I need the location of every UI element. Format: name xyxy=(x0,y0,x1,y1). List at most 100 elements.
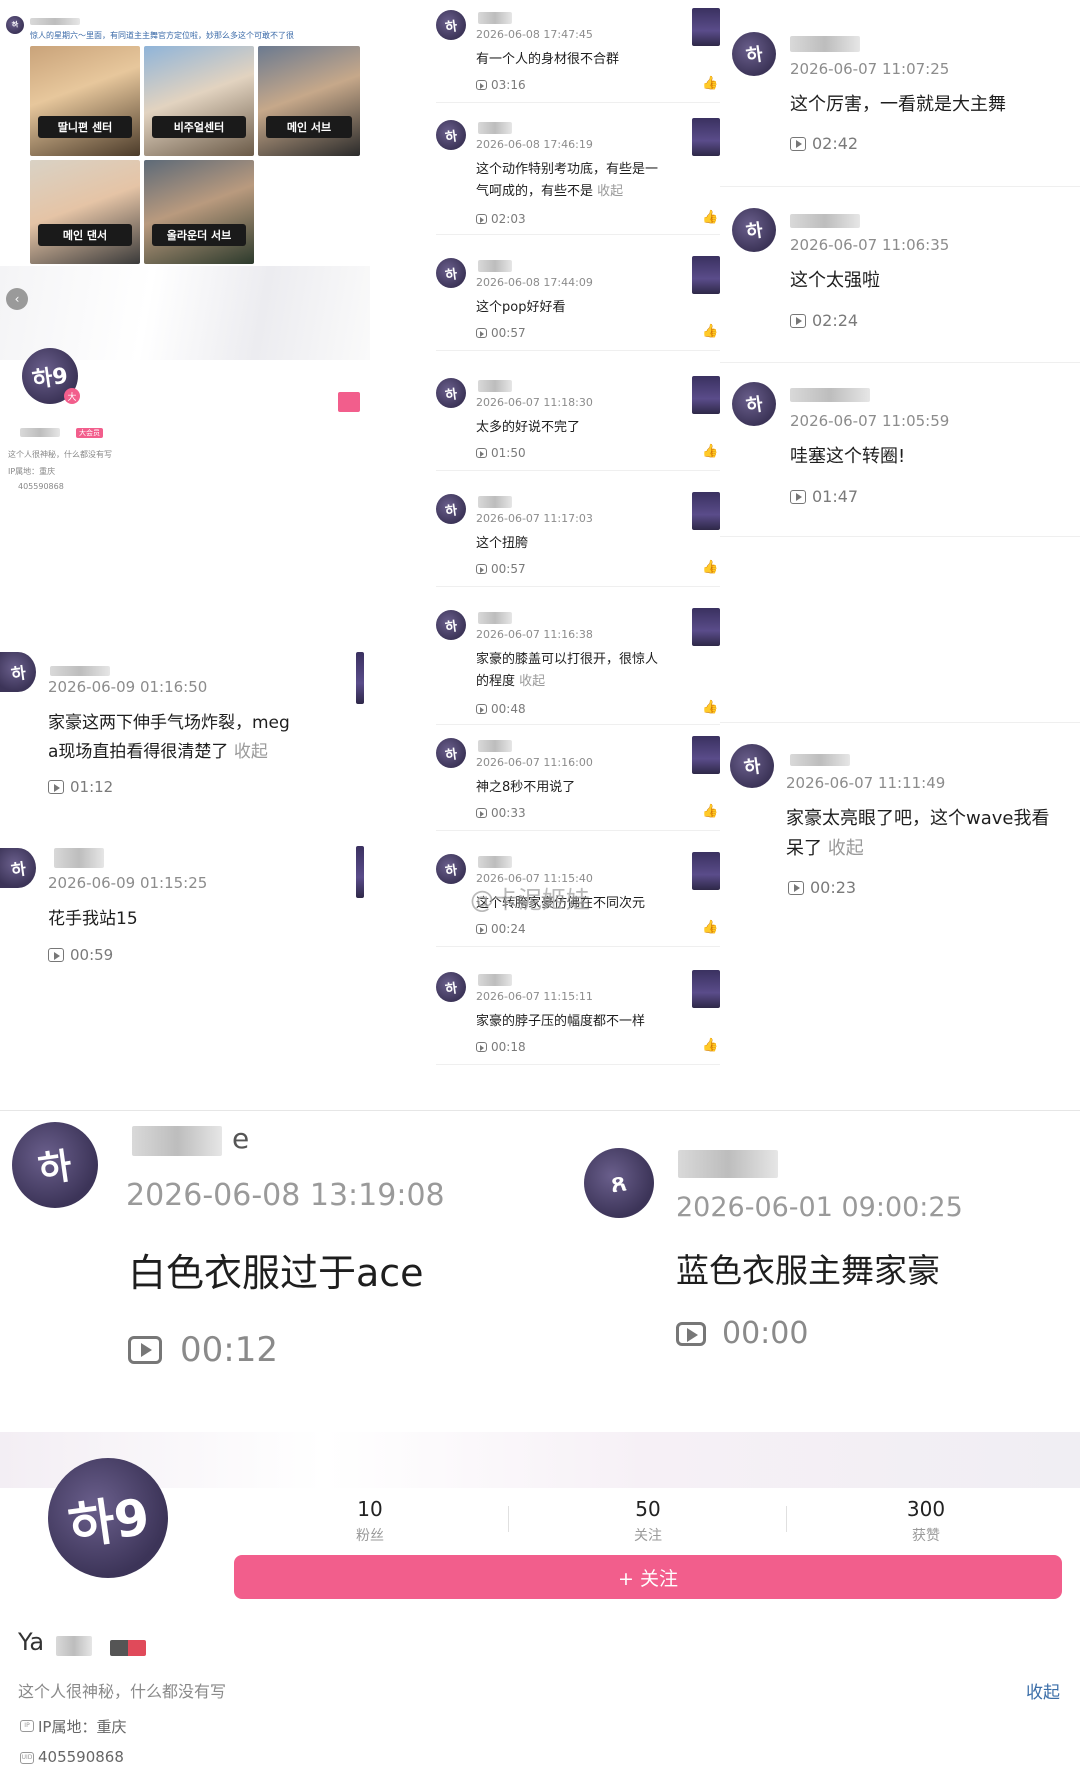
ip-icon: IP xyxy=(20,1720,34,1732)
video-timestamp[interactable]: 01:12 xyxy=(48,778,113,796)
comment-text: 家豪这两下伸手气场炸裂，meg xyxy=(48,713,290,733)
fans-count[interactable]: 10 xyxy=(310,1497,430,1521)
comment-text: 这个扭胯 xyxy=(476,536,529,551)
name-badge xyxy=(110,1640,146,1656)
video-timestamp[interactable]: 01:47 xyxy=(790,487,858,506)
video-timestamp[interactable]: 00:00 xyxy=(676,1316,808,1351)
profile-uid: 405590868 xyxy=(38,1748,124,1766)
carousel-prev-button[interactable]: ‹ xyxy=(6,288,28,310)
comment-time: 2026-06-08 17:44:09 xyxy=(476,276,593,289)
comment-avatar[interactable]: 하 xyxy=(436,378,466,408)
collapse-link[interactable]: 收起 xyxy=(519,674,545,689)
like-icon[interactable]: 👍 xyxy=(702,560,718,575)
divider xyxy=(436,470,720,471)
comment-avatar[interactable]: 하 xyxy=(732,208,776,252)
video-timestamp[interactable]: 01:50 xyxy=(476,446,526,460)
video-timestamp[interactable]: 00:57 xyxy=(476,562,526,576)
video-thumb[interactable] xyxy=(692,8,720,46)
video-timestamp[interactable]: 02:24 xyxy=(790,311,858,330)
comment-avatar[interactable]: 하 xyxy=(436,972,466,1002)
play-icon xyxy=(128,1336,162,1364)
post-banner xyxy=(0,266,370,360)
follow-button[interactable]: + 关注 xyxy=(234,1555,1062,1599)
profile-bio: 这个人很神秘，什么都没有写 xyxy=(18,1682,227,1701)
video-thumb[interactable] xyxy=(692,736,720,774)
comment-avatar[interactable]: 하 xyxy=(12,1122,98,1208)
video-timestamp[interactable]: 00:59 xyxy=(48,946,113,964)
following-count[interactable]: 50 xyxy=(588,1497,708,1521)
video-thumb[interactable] xyxy=(692,376,720,414)
video-timestamp[interactable]: 02:03 xyxy=(476,212,526,226)
comment-avatar[interactable]: ጸ xyxy=(584,1148,654,1218)
comment-avatar[interactable]: 하 xyxy=(436,494,466,524)
video-thumb[interactable] xyxy=(692,256,720,294)
like-icon[interactable]: 👍 xyxy=(702,920,718,935)
comment-avatar[interactable]: 하 xyxy=(436,854,466,884)
video-timestamp[interactable]: 00:12 xyxy=(128,1330,278,1370)
comment-avatar[interactable]: 하 xyxy=(436,610,466,640)
video-thumb[interactable] xyxy=(692,608,720,646)
mini-follow-button[interactable] xyxy=(338,392,360,412)
like-icon[interactable]: 👍 xyxy=(702,1038,718,1053)
collapse-link[interactable]: 收起 xyxy=(234,742,268,762)
like-icon[interactable]: 👍 xyxy=(702,804,718,819)
like-icon[interactable]: 👍 xyxy=(702,444,718,459)
comment-avatar[interactable]: 하 xyxy=(436,120,466,150)
likes-count[interactable]: 300 xyxy=(866,1497,986,1521)
video-thumb[interactable] xyxy=(692,492,720,530)
comment-avatar[interactable]: 하 xyxy=(730,744,774,788)
collapse-link[interactable]: 收起 xyxy=(597,184,623,199)
play-icon xyxy=(676,1321,706,1346)
video-thumb[interactable] xyxy=(356,652,364,704)
video-timestamp[interactable]: 00:23 xyxy=(788,878,856,897)
comment-avatar[interactable]: 하 xyxy=(732,382,776,426)
video-thumb[interactable] xyxy=(356,846,364,898)
video-thumb[interactable] xyxy=(692,852,720,890)
post-photo-1[interactable]: 딸니편 센터 xyxy=(30,46,140,156)
profile-ip: IP属地：重庆 xyxy=(38,1718,127,1736)
post-photo-2[interactable]: 비주얼센터 xyxy=(144,46,254,156)
like-icon[interactable]: 👍 xyxy=(702,76,718,91)
comment-time: 2026-06-07 11:17:03 xyxy=(476,512,593,525)
video-thumb[interactable] xyxy=(692,118,720,156)
comment-text: 这个厉害，一看就是大主舞 xyxy=(790,94,1006,115)
video-timestamp[interactable]: 02:42 xyxy=(790,134,858,153)
play-icon xyxy=(476,80,487,90)
mini-username-blur xyxy=(20,428,60,437)
collapse-link[interactable]: 收起 xyxy=(1026,1678,1060,1703)
post-avatar[interactable]: 하 xyxy=(6,16,24,34)
video-timestamp[interactable]: 00:24 xyxy=(476,922,526,936)
comment-avatar[interactable]: 하 xyxy=(436,738,466,768)
like-icon[interactable]: 👍 xyxy=(702,210,718,225)
comment-text: 这个太强啦 xyxy=(790,270,880,291)
profile-avatar[interactable]: 하9 xyxy=(48,1458,168,1578)
like-icon[interactable]: 👍 xyxy=(702,324,718,339)
username-blur xyxy=(478,380,512,392)
video-timestamp[interactable]: 00:57 xyxy=(476,326,526,340)
collapse-link[interactable]: 收起 xyxy=(828,838,864,859)
video-thumb[interactable] xyxy=(692,970,720,1008)
video-timestamp[interactable]: 00:48 xyxy=(476,702,526,716)
comment-time: 2026-06-01 09:00:25 xyxy=(676,1192,963,1223)
play-icon xyxy=(790,313,806,328)
video-timestamp[interactable]: 03:16 xyxy=(476,78,526,92)
username-blur xyxy=(478,260,512,272)
divider xyxy=(0,1110,1080,1111)
like-icon[interactable]: 👍 xyxy=(702,700,718,715)
post-photo-4[interactable]: 메인 댄서 xyxy=(30,160,140,264)
comment-avatar[interactable]: 하 xyxy=(436,258,466,288)
post-photo-5[interactable]: 올라운더 서브 xyxy=(144,160,254,264)
divider xyxy=(436,102,720,103)
comment-time: 2026-06-08 17:47:45 xyxy=(476,28,593,41)
post-photo-3[interactable]: 메인 서브 xyxy=(258,46,360,156)
comment-text: 家豪的膝盖可以打很开，很惊人 xyxy=(476,652,659,667)
mini-ip: IP属地：重庆 xyxy=(8,467,56,476)
comment-avatar[interactable]: 하 xyxy=(0,652,36,692)
username-blur xyxy=(478,612,512,624)
comment-avatar[interactable]: 하 xyxy=(0,848,36,888)
video-timestamp[interactable]: 00:18 xyxy=(476,1040,526,1054)
video-timestamp[interactable]: 00:33 xyxy=(476,806,526,820)
comment-avatar[interactable]: 하 xyxy=(732,32,776,76)
mini-bio: 这个人很神秘，什么都没有写 xyxy=(8,450,112,459)
comment-avatar[interactable]: 하 xyxy=(436,10,466,40)
